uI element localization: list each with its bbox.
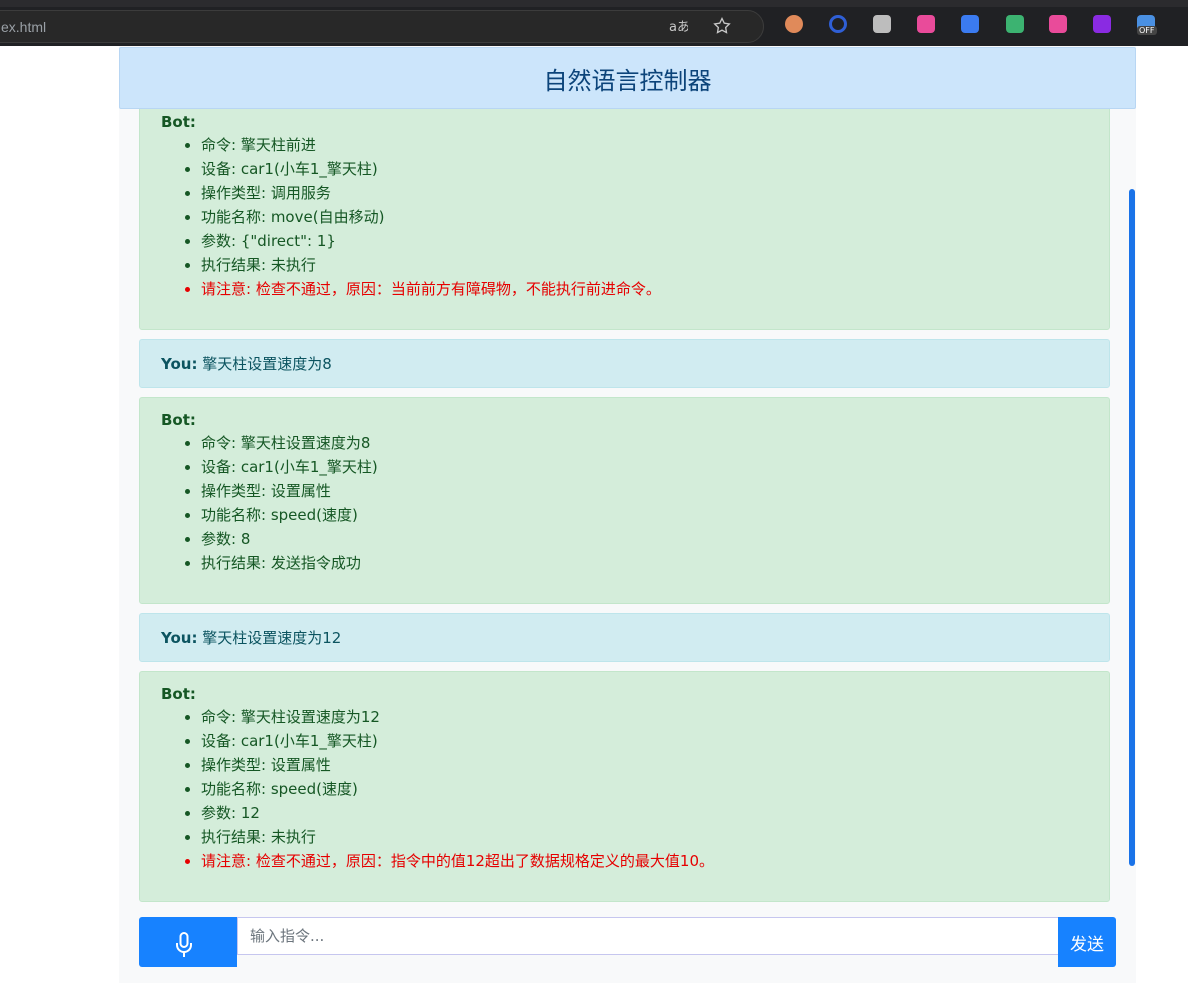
- message-sender: Bot:: [161, 411, 196, 429]
- chat-history[interactable]: Bot:命令: 擎天柱前进设备: car1(小车1_擎天柱)操作类型: 调用服务…: [139, 109, 1110, 902]
- result-item: 命令: 擎天柱前进: [201, 133, 1089, 157]
- result-item: 设备: car1(小车1_擎天柱): [201, 729, 1089, 753]
- result-item: 参数: 8: [201, 527, 1089, 551]
- command-input[interactable]: [237, 917, 1059, 955]
- app-header: 自然语言控制器: [119, 47, 1136, 109]
- result-item: 参数: {"direct": 1}: [201, 229, 1089, 253]
- result-list: 命令: 擎天柱前进设备: car1(小车1_擎天柱)操作类型: 调用服务功能名称…: [161, 133, 1089, 301]
- result-list: 命令: 擎天柱设置速度为8设备: car1(小车1_擎天柱)操作类型: 设置属性…: [161, 431, 1089, 575]
- result-item: 执行结果: 未执行: [201, 253, 1089, 277]
- result-list: 命令: 擎天柱设置速度为12设备: car1(小车1_擎天柱)操作类型: 设置属…: [161, 705, 1089, 873]
- star-icon[interactable]: [711, 16, 733, 38]
- address-bar[interactable]: ex.html aあ: [0, 10, 764, 43]
- result-item: 命令: 擎天柱设置速度为8: [201, 431, 1089, 455]
- svg-text:aあ: aあ: [669, 20, 688, 35]
- message-text: 擎天柱设置速度为8: [202, 355, 332, 373]
- warning-item: 请注意: 检查不通过，原因：指令中的值12超出了数据规格定义的最大值10。: [201, 849, 1089, 873]
- app-container: 自然语言控制器 Bot:命令: 擎天柱前进设备: car1(小车1_擎天柱)操作…: [119, 46, 1136, 983]
- bot-message: Bot: 命令: 擎天柱设置速度为12设备: car1(小车1_擎天柱)操作类型:…: [139, 671, 1110, 902]
- result-item: 参数: 12: [201, 801, 1089, 825]
- result-item: 命令: 擎天柱设置速度为12: [201, 705, 1089, 729]
- result-item: 功能名称: move(自由移动): [201, 205, 1089, 229]
- circle-ext-icon[interactable]: [829, 15, 847, 33]
- mountain-ext-icon[interactable]: [961, 15, 979, 33]
- pinwheel-ext-icon[interactable]: [917, 15, 935, 33]
- voice-input-button[interactable]: [139, 917, 237, 967]
- camera-ext-icon[interactable]: [873, 15, 891, 33]
- shield-ext-icon[interactable]: [1006, 15, 1024, 33]
- chat-scrollbar[interactable]: [1129, 189, 1135, 866]
- result-item: 执行结果: 发送指令成功: [201, 551, 1089, 575]
- result-item: 操作类型: 设置属性: [201, 753, 1089, 777]
- result-item: 功能名称: speed(速度): [201, 503, 1089, 527]
- warning-item: 请注意: 检查不通过，原因：当前前方有障碍物，不能执行前进命令。: [201, 277, 1089, 301]
- microphone-icon: [176, 932, 192, 957]
- bot-message: Bot: 命令: 擎天柱设置速度为8设备: car1(小车1_擎天柱)操作类型: …: [139, 397, 1110, 604]
- play-ext-icon[interactable]: [1093, 15, 1111, 33]
- user-message: You: 擎天柱设置速度为12: [139, 613, 1110, 662]
- tab-strip: [0, 0, 1188, 7]
- message-sender: You:: [161, 355, 198, 373]
- message-sender: You:: [161, 629, 198, 647]
- result-item: 操作类型: 调用服务: [201, 181, 1089, 205]
- ext-badge: OFF: [1137, 26, 1157, 35]
- page-title: 自然语言控制器: [543, 67, 712, 95]
- result-item: 设备: car1(小车1_擎天柱): [201, 455, 1089, 479]
- result-item: 功能名称: speed(速度): [201, 777, 1089, 801]
- translate-icon[interactable]: aあ: [667, 16, 690, 38]
- browser-toolbar: ex.html aあ OFF: [0, 0, 1188, 46]
- result-item: 设备: car1(小车1_擎天柱): [201, 157, 1089, 181]
- user-message: You: 擎天柱设置速度为8: [139, 339, 1110, 388]
- message-sender: Bot:: [161, 113, 196, 131]
- message-sender: Bot:: [161, 685, 196, 703]
- translate-ext-icon[interactable]: [1049, 15, 1067, 33]
- result-item: 操作类型: 设置属性: [201, 479, 1089, 503]
- bot-message: Bot: 命令: 擎天柱前进设备: car1(小车1_擎天柱)操作类型: 调用服务…: [139, 109, 1110, 330]
- result-item: 执行结果: 未执行: [201, 825, 1089, 849]
- input-row: 发送: [139, 917, 1116, 967]
- address-url[interactable]: ex.html: [1, 19, 46, 35]
- send-button[interactable]: 发送: [1058, 917, 1116, 967]
- toggle-ext-icon[interactable]: OFF: [1137, 15, 1157, 35]
- message-text: 擎天柱设置速度为12: [202, 629, 342, 647]
- glasses-ext-icon[interactable]: [785, 15, 803, 33]
